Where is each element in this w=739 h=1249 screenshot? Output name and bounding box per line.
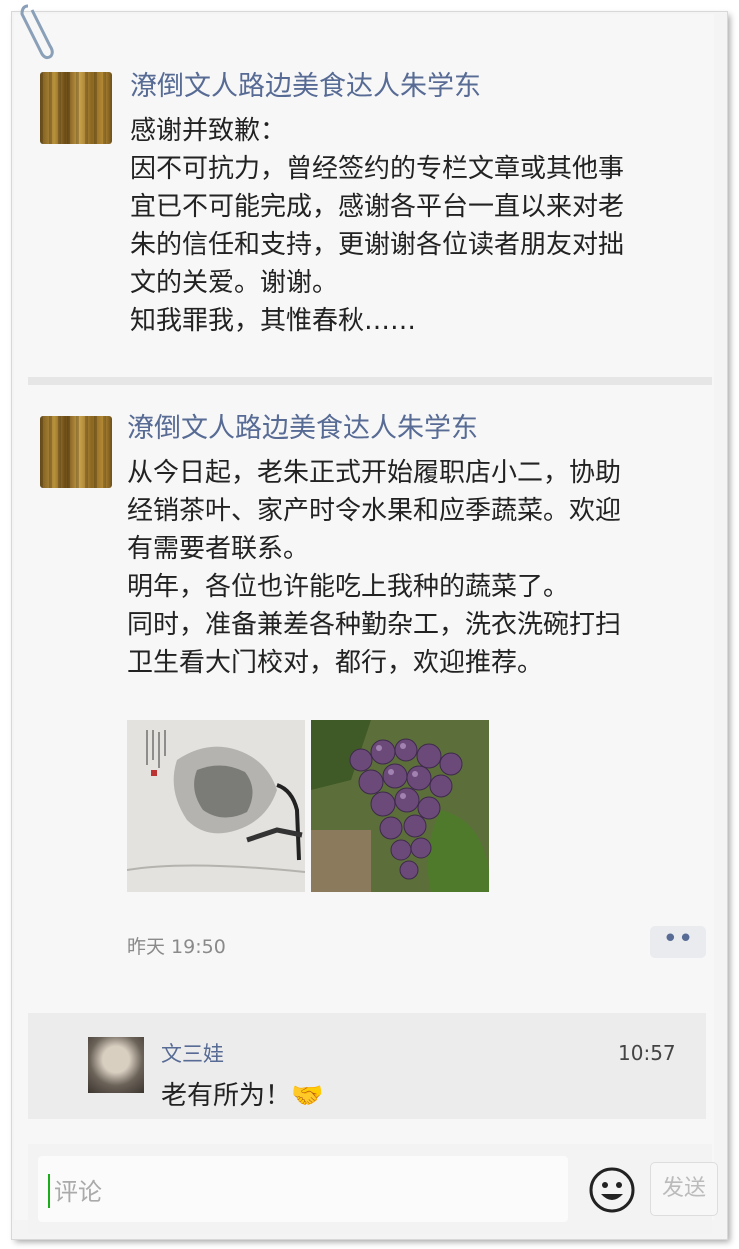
post-author-name[interactable]: 潦倒文人路边美食达人朱学东: [130, 64, 481, 103]
post-text-line: 知我罪我，其惟春秋……: [130, 306, 417, 336]
commenter-name[interactable]: 文三娃: [161, 1038, 224, 1068]
post-text-line: 因不可抗力，曾经签约的专栏文章或其他事: [130, 154, 625, 184]
comment-input-placeholder: 评论: [54, 1178, 102, 1206]
post-text-line: 同时，准备兼差各种勤杂工，洗衣洗碗打扫: [127, 610, 622, 640]
post-photo-painting[interactable]: [127, 720, 305, 892]
comment-text-content: 老有所为！: [161, 1081, 292, 1111]
commenter-avatar[interactable]: [88, 1037, 144, 1093]
post-author-name[interactable]: 潦倒文人路边美食达人朱学东: [127, 406, 478, 445]
post-divider: [28, 377, 712, 385]
comment-input[interactable]: 评论: [38, 1156, 568, 1222]
text-caret: [48, 1174, 50, 1208]
post-text-line: 有需要者联系。: [127, 534, 310, 564]
post-text-line: 从今日起，老朱正式开始履职店小二，协助: [127, 458, 622, 488]
comment-text: 老有所为！🤝: [161, 1075, 323, 1112]
author-avatar[interactable]: [40, 416, 112, 488]
comment-section: 文三娃 10:57 老有所为！🤝: [28, 1013, 706, 1119]
post-text: 从今日起，老朱正式开始履职店小二，协助 经销茶叶、家产时令水果和应季蔬菜。欢迎 …: [127, 454, 707, 682]
emoji-icon[interactable]: [588, 1166, 636, 1214]
post-text-line: 卫生看大门校对，都行，欢迎推荐。: [127, 648, 544, 678]
comment-input-bar: 评论 发送: [28, 1144, 718, 1234]
post-text-line: 经销茶叶、家产时令水果和应季蔬菜。欢迎: [127, 496, 622, 526]
author-avatar[interactable]: [40, 72, 112, 144]
post-text-line: 明年，各位也许能吃上我种的蔬菜了。: [127, 572, 570, 602]
paperclip-icon: [20, 4, 54, 60]
handshake-icon: 🤝: [291, 1081, 324, 1111]
post-text-line: 感谢并致歉：: [130, 116, 287, 146]
post-text-line: 文的关爱。谢谢。: [130, 268, 339, 298]
post-text-line: 朱的信任和支持，更谢谢各位读者朋友对拙: [130, 230, 625, 260]
more-actions-button[interactable]: ••: [650, 926, 706, 958]
send-button[interactable]: 发送: [650, 1162, 718, 1216]
post-text: 感谢并致歉： 因不可抗力，曾经签约的专栏文章或其他事 宜已不可能完成，感谢各平台…: [130, 112, 710, 340]
post-text-line: 宜已不可能完成，感谢各平台一直以来对老: [130, 192, 625, 222]
post-photo-grapes[interactable]: [311, 720, 489, 892]
comment-timestamp: 10:57: [618, 1041, 676, 1065]
post-timestamp: 昨天 19:50: [127, 936, 226, 958]
